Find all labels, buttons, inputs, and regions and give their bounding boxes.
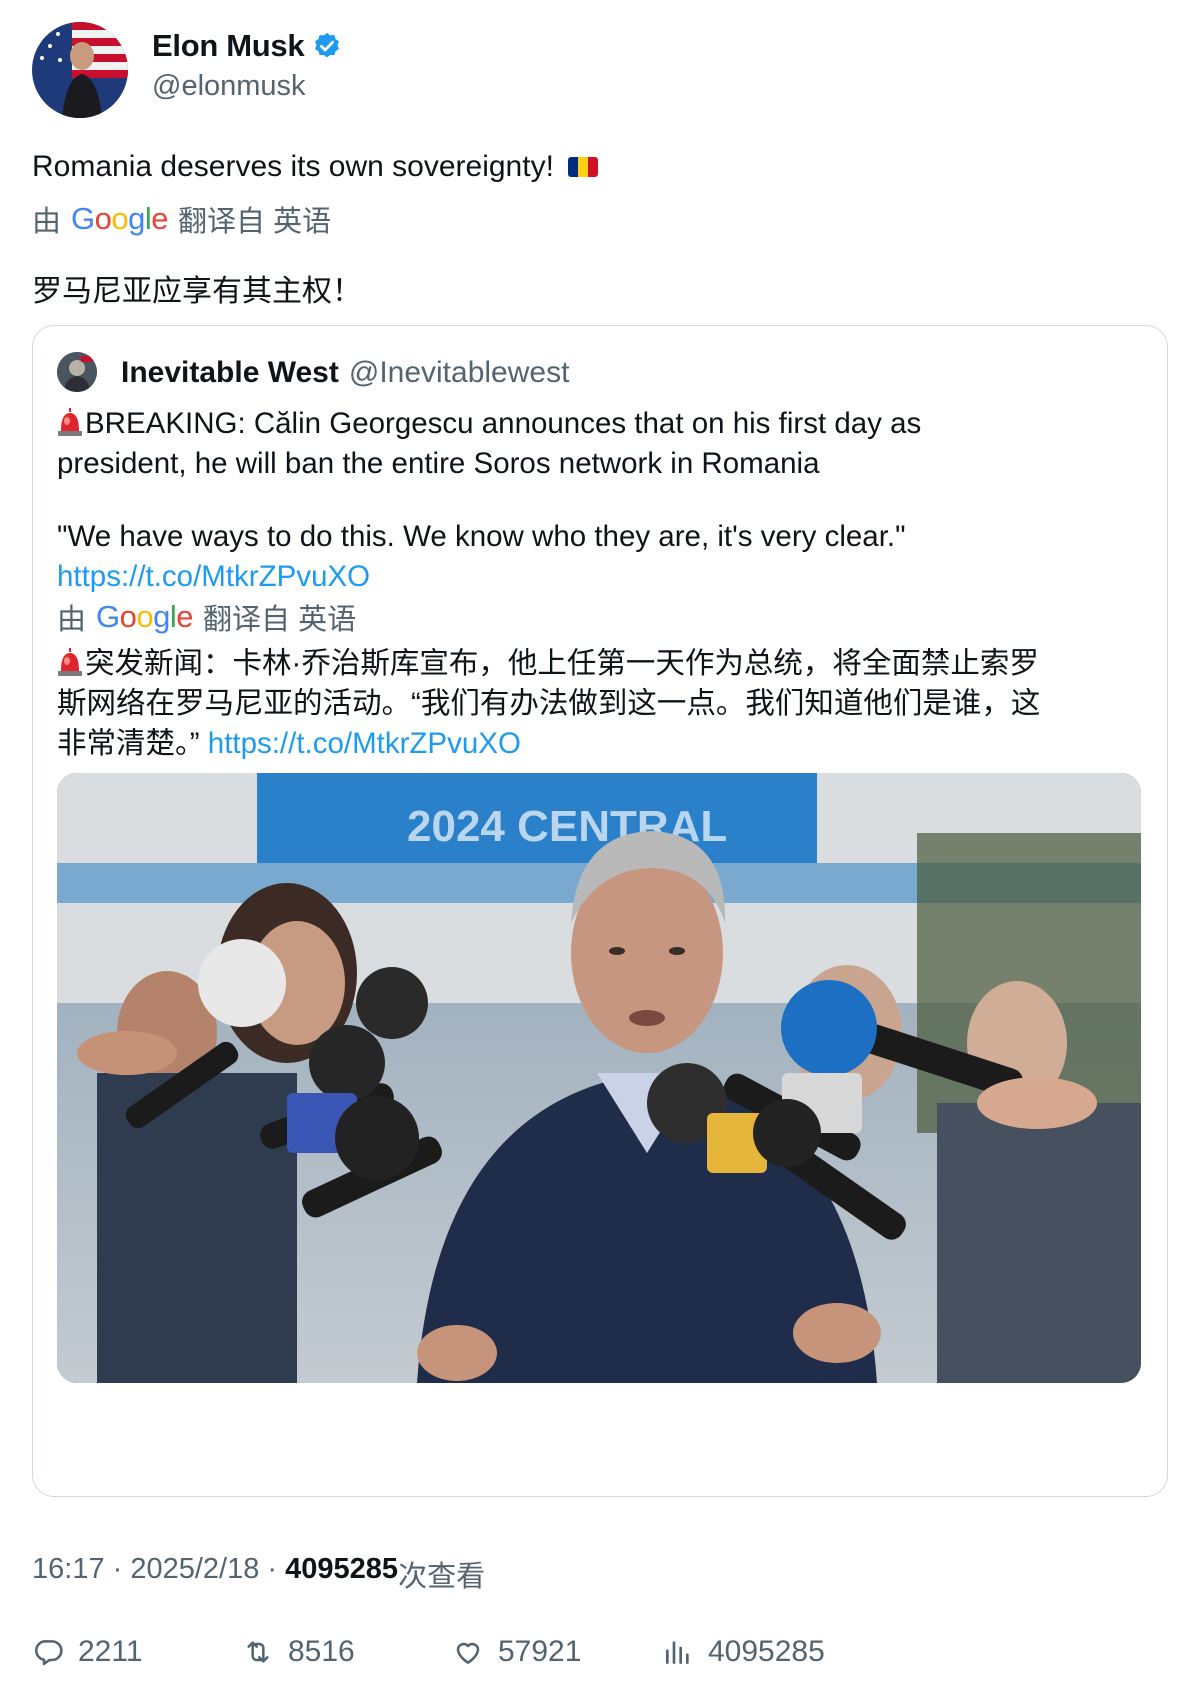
heart-icon	[456, 1642, 480, 1664]
quoted-trans-line2: 斯网络在罗马尼亚的活动。“我们有办法做到这一点。我们知道他们是谁，这	[57, 687, 1041, 720]
author-avatar[interactable]	[32, 22, 128, 118]
quoted-trans-line1: 突发新闻：卡林·乔治斯库宣布，他上任第一天作为总统，将全面禁止索罗	[85, 647, 1039, 680]
quoted-author-handle[interactable]: @Inevitablewest	[349, 356, 570, 390]
analytics-icon	[666, 1641, 689, 1664]
author-name[interactable]: Elon Musk	[152, 28, 305, 64]
quoted-text: BREAKING: Călin Georgescu announces that…	[57, 404, 1147, 597]
quoted-line2: president, he will ban the entire Soros …	[57, 447, 820, 480]
quoted-link[interactable]: https://t.co/MtkrZPvuXO	[57, 560, 370, 593]
tweet-body: Romania deserves its own sovereignty!	[32, 150, 554, 183]
quoted-line1: BREAKING: Călin Georgescu announces that…	[85, 407, 922, 440]
quoted-translation-suffix: 翻译自 英语	[203, 604, 357, 636]
translation-prefix: 由	[32, 206, 62, 238]
author-name-row: Elon Musk	[152, 28, 342, 64]
action-bar: 2211 8516 57921 4095285	[32, 1635, 1172, 1669]
reply-button[interactable]: 2211	[32, 1635, 242, 1669]
retweet-button[interactable]: 8516	[242, 1635, 452, 1669]
reply-icon	[35, 1640, 63, 1666]
views-count: 4095285	[708, 1635, 825, 1668]
reply-count: 2211	[78, 1635, 143, 1668]
translation-attribution: 由 Google 翻译自 英语	[32, 198, 331, 240]
author-handle[interactable]: @elonmusk	[152, 70, 306, 103]
siren-icon-translated	[57, 647, 83, 677]
romania-flag-icon	[567, 157, 598, 177]
quoted-translation-attribution: 由 Google 翻译自 英语	[57, 596, 356, 638]
quoted-author-name[interactable]: Inevitable West	[121, 356, 339, 390]
translation-suffix: 翻译自 英语	[178, 206, 332, 238]
verified-badge-icon	[312, 31, 342, 61]
tweet-date[interactable]: 2025/2/18	[130, 1553, 259, 1595]
quoted-photo[interactable]: 2024 CENTRAL	[57, 773, 1141, 1383]
view-label: 次查看	[398, 1561, 486, 1593]
quoted-translation-prefix: 由	[57, 604, 87, 636]
views-button[interactable]: 4095285	[662, 1635, 872, 1669]
like-count: 57921	[498, 1635, 582, 1668]
tweet-text: Romania deserves its own sovereignty!	[32, 150, 598, 184]
retweet-icon	[247, 1641, 269, 1663]
quoted-tweet-card[interactable]: Inevitable West @Inevitablewest BREAKING…	[32, 325, 1168, 1497]
like-button[interactable]: 57921	[452, 1635, 662, 1669]
siren-icon	[57, 407, 83, 437]
tweet-time[interactable]: 16:17	[32, 1553, 105, 1595]
view-count: 4095285	[285, 1553, 399, 1585]
quoted-name-row: Inevitable West @Inevitablewest	[121, 356, 569, 390]
tweet: Elon Musk @elonmusk Romania deserves its…	[0, 0, 1196, 1696]
quoted-trans-line3: 非常清楚。”	[57, 727, 200, 760]
quoted-translated-text: 突发新闻：卡林·乔治斯库宣布，他上任第一天作为总统，将全面禁止索罗 斯网络在罗马…	[57, 644, 1147, 764]
google-logo: Google	[71, 201, 169, 236]
quoted-google-logo: Google	[96, 599, 194, 634]
quoted-quote-line: "We have ways to do this. We know who th…	[57, 520, 906, 553]
tweet-meta: 16:17 · 2025/2/18 · 4095285 次查看	[32, 1553, 486, 1595]
translated-text: 罗马尼亚应享有其主权！	[32, 275, 362, 308]
quoted-avatar[interactable]	[57, 352, 97, 392]
quoted-trans-link[interactable]: https://t.co/MtkrZPvuXO	[208, 727, 521, 760]
retweet-count: 8516	[288, 1635, 355, 1668]
